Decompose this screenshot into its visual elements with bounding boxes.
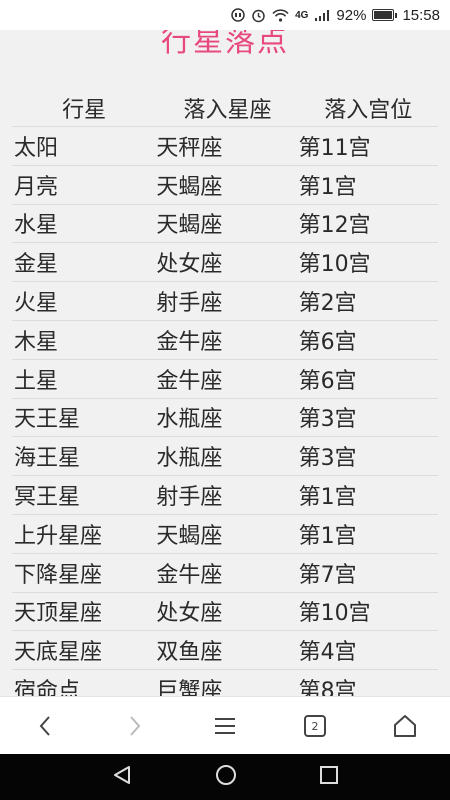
- house-cell: 第3宫: [298, 398, 438, 438]
- house-cell: 第6宫: [298, 359, 438, 399]
- planet-cell: 太阳: [12, 126, 157, 166]
- table-row: 火星 射手座 第2宫: [12, 281, 438, 321]
- house-cell: 第1宫: [298, 475, 438, 515]
- sign-cell: 水瓶座: [156, 436, 299, 477]
- system-nav-bar: [0, 754, 450, 800]
- forward-icon: [130, 716, 141, 736]
- clock: 15:58: [402, 6, 440, 24]
- sign-cell: 巨蟹座: [156, 669, 299, 696]
- table-row: 太阳 天秤座 第11宫: [12, 126, 438, 166]
- table-row: 月亮 天蝎座 第1宫: [12, 165, 438, 205]
- sign-cell: 水瓶座: [156, 398, 299, 438]
- battery-icon: [372, 9, 398, 21]
- sign-cell: 处女座: [156, 242, 299, 283]
- table-row: 天王星 水瓶座 第3宫: [12, 398, 438, 438]
- planet-cell: 海王星: [12, 436, 157, 477]
- planet-cell: 金星: [12, 242, 157, 283]
- planet-cell: 下降星座: [12, 553, 157, 593]
- forward-button[interactable]: [115, 706, 155, 746]
- column-header-sign: 落入星座: [156, 90, 299, 127]
- sign-cell: 天蝎座: [156, 204, 299, 244]
- triangle-back-icon: [114, 766, 130, 784]
- planet-cell: 冥王星: [12, 475, 157, 515]
- house-cell: 第10宫: [298, 592, 438, 632]
- planet-cell: 天顶星座: [12, 592, 157, 632]
- column-header-house: 落入宫位: [298, 90, 438, 127]
- tab-count: 2: [312, 720, 319, 733]
- house-cell: 第3宫: [298, 436, 438, 477]
- table-row: 冥王星 射手座 第1宫: [12, 475, 438, 515]
- sign-cell: 金牛座: [156, 320, 299, 360]
- house-cell: 第6宫: [298, 320, 438, 360]
- house-cell: 第7宫: [298, 553, 438, 593]
- table-row: 天底星座 双鱼座 第4宫: [12, 630, 438, 671]
- tabs-button[interactable]: 2: [295, 706, 335, 746]
- planet-table: 行星 落入星座 落入宫位 太阳 天秤座 第11宫 月亮 天蝎座 第1宫 水星 天蝎座 第12宫金…: [12, 90, 438, 696]
- sign-cell: 金牛座: [156, 359, 299, 399]
- planet-cell: 火星: [12, 281, 157, 321]
- table-row: 水星 天蝎座 第12宫: [12, 204, 438, 244]
- sign-cell: 射手座: [156, 475, 299, 515]
- planet-cell: 宿命点: [12, 669, 157, 696]
- table-row: 海王星 水瓶座 第3宫: [12, 436, 438, 477]
- house-cell: 第8宫: [298, 669, 438, 696]
- planet-cell: 木星: [12, 320, 157, 360]
- back-button[interactable]: [25, 706, 65, 746]
- planet-cell: 水星: [12, 204, 157, 244]
- column-header-planet: 行星: [12, 90, 157, 127]
- signal-icon: [314, 9, 330, 22]
- house-cell: 第10宫: [298, 242, 438, 283]
- browser-toolbar: 2: [0, 696, 450, 755]
- wifi-icon: [272, 8, 289, 22]
- house-cell: 第1宫: [298, 514, 438, 554]
- planet-cell: 土星: [12, 359, 157, 399]
- house-cell: 第2宫: [298, 281, 438, 321]
- sign-cell: 射手座: [156, 281, 299, 321]
- network-type: 4G: [295, 9, 309, 21]
- table-row: 木星 金牛座 第6宫: [12, 320, 438, 360]
- alarm-icon: [251, 8, 266, 23]
- battery-percent: 92%: [336, 6, 367, 24]
- menu-icon: [215, 718, 235, 734]
- tabs-icon: 2: [304, 715, 326, 737]
- house-cell: 第11宫: [298, 126, 438, 166]
- table-row: 金星 处女座 第10宫: [12, 242, 438, 283]
- table-header-row: 行星 落入星座 落入宫位: [12, 90, 438, 127]
- menu-button[interactable]: [205, 706, 245, 746]
- system-recents-button[interactable]: [319, 765, 339, 789]
- hd-call-icon: [231, 8, 245, 22]
- square-recents-icon: [320, 766, 338, 784]
- sign-cell: 天秤座: [156, 126, 299, 166]
- planet-cell: 天王星: [12, 398, 157, 438]
- sign-cell: 天蝎座: [156, 165, 299, 205]
- page-title: 行星落点: [161, 30, 289, 59]
- system-back-button[interactable]: [111, 764, 133, 790]
- sign-cell: 处女座: [156, 592, 299, 632]
- planet-cell: 月亮: [12, 165, 157, 205]
- back-icon: [39, 716, 50, 736]
- house-cell: 第1宫: [298, 165, 438, 205]
- table-row: 上升星座 天蝎座 第1宫: [12, 514, 438, 554]
- house-cell: 第4宫: [298, 630, 438, 671]
- home-icon: [394, 715, 416, 737]
- sign-cell: 金牛座: [156, 553, 299, 593]
- table-row: 天顶星座 处女座 第10宫: [12, 592, 438, 632]
- planet-cell: 上升星座: [12, 514, 157, 554]
- sign-cell: 双鱼座: [156, 630, 299, 671]
- house-cell: 第12宫: [298, 204, 438, 244]
- circle-home-icon: [216, 765, 236, 785]
- page-content: 行星落点 行星 落入星座 落入宫位 太阳 天秤座 第11宫 月亮 天蝎座 第1宫 水星 天蝎座…: [0, 30, 450, 696]
- status-bar: 4G 92% 15:58: [0, 0, 450, 30]
- table-row: 土星 金牛座 第6宫: [12, 359, 438, 399]
- table-row: 宿命点 巨蟹座 第8宫: [12, 669, 438, 696]
- system-home-button[interactable]: [215, 764, 237, 790]
- sign-cell: 天蝎座: [156, 514, 299, 554]
- table-row: 下降星座 金牛座 第7宫: [12, 553, 438, 593]
- planet-cell: 天底星座: [12, 630, 157, 671]
- home-button[interactable]: [385, 706, 425, 746]
